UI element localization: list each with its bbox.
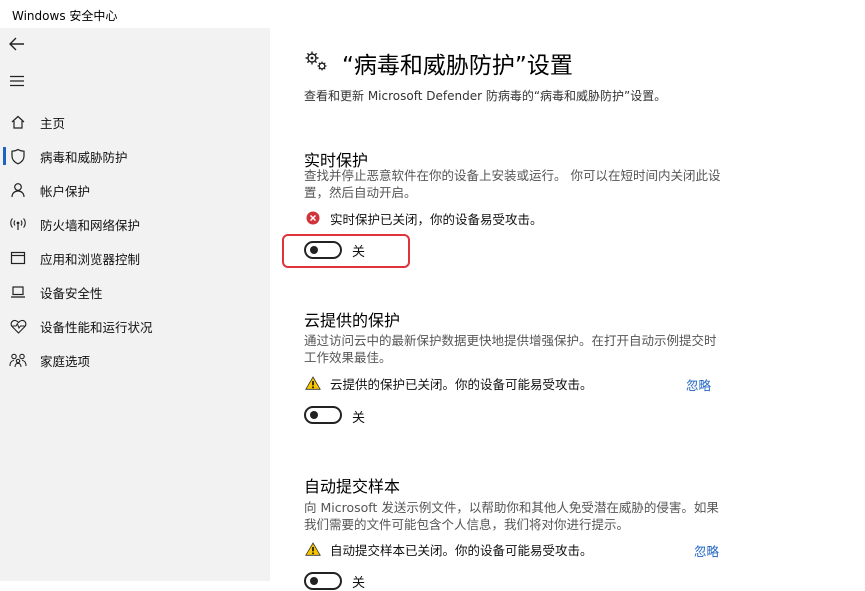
app-window-icon: [9, 249, 27, 267]
toggle-knob: [310, 246, 318, 254]
sidebar-item-virus-protection[interactable]: 病毒和威胁防护: [0, 141, 270, 171]
sidebar-item-label: 设备安全性: [40, 285, 103, 301]
section-title-auto-sample-submission: 自动提交样本: [304, 477, 401, 496]
toggle-state-label: 关: [352, 411, 366, 426]
sidebar: 主页 病毒和威胁防护 帐户保护 防火墙和网络保护 应用和浏览器控制 设备安全性: [0, 28, 270, 581]
back-arrow-icon: [9, 37, 24, 51]
sidebar-item-device-security[interactable]: 设备安全性: [0, 277, 270, 307]
status-cloud-protection: 云提供的保护已关闭。你的设备可能易受攻击。: [304, 373, 724, 393]
menu-button[interactable]: [6, 70, 28, 92]
status-text: 实时保护已关闭，你的设备易受攻击。: [330, 211, 543, 227]
warning-icon: [304, 540, 322, 558]
title-bar: Windows 安全中心: [0, 0, 865, 28]
laptop-icon: [9, 283, 27, 301]
person-icon: [9, 181, 27, 199]
active-indicator: [3, 147, 6, 165]
auto-sample-toggle[interactable]: [304, 572, 342, 590]
shield-icon: [9, 147, 27, 165]
main-content: “病毒和威胁防护”设置 查看和更新 Microsoft Defender 防病毒…: [270, 28, 865, 591]
sidebar-item-label: 家庭选项: [40, 353, 91, 369]
family-icon: [9, 351, 27, 369]
hamburger-icon: [10, 75, 24, 87]
warning-icon: [304, 374, 322, 392]
sidebar-item-device-performance[interactable]: 设备性能和运行状况: [0, 311, 270, 341]
sidebar-item-app-browser-control[interactable]: 应用和浏览器控制: [0, 243, 270, 273]
page-subtitle: 查看和更新 Microsoft Defender 防病毒的“病毒和威胁防护”设置…: [304, 89, 667, 103]
sidebar-item-firewall[interactable]: 防火墙和网络保护: [0, 209, 270, 239]
sidebar-item-label: 防火墙和网络保护: [40, 217, 141, 233]
sidebar-item-label: 主页: [40, 115, 66, 131]
sidebar-item-family-options[interactable]: 家庭选项: [0, 345, 270, 375]
status-realtime-protection: 实时保护已关闭，你的设备易受攻击。: [304, 208, 724, 228]
page-title: “病毒和威胁防护”设置: [342, 53, 573, 79]
toggle-state-label: 关: [352, 245, 366, 260]
sidebar-item-home[interactable]: 主页: [0, 107, 270, 137]
sidebar-item-label: 应用和浏览器控制: [40, 251, 141, 267]
status-auto-sample-submission: 自动提交样本已关闭。你的设备可能易受攻击。: [304, 539, 724, 559]
sidebar-item-label: 设备性能和运行状况: [40, 319, 153, 335]
dismiss-link[interactable]: 忽略: [686, 375, 711, 394]
sidebar-item-account-protection[interactable]: 帐户保护: [0, 175, 270, 205]
section-description: 通过访问云中的最新保护数据更快地提供增强保护。在打开自动示例提交时工作效果最佳。: [304, 333, 717, 365]
window-title: Windows 安全中心: [12, 9, 118, 23]
realtime-protection-toggle[interactable]: [304, 241, 342, 259]
wifi-antenna-icon: [9, 215, 27, 233]
section-title-cloud-protection: 云提供的保护: [304, 311, 401, 330]
error-icon: [304, 209, 322, 227]
status-text: 云提供的保护已关闭。你的设备可能易受攻击。: [330, 376, 593, 392]
dismiss-link[interactable]: 忽略: [694, 541, 719, 560]
heart-pulse-icon: [9, 317, 27, 335]
section-description: 向 Microsoft 发送示例文件，以帮助你和其他人免受潜在威胁的侵害。如果我…: [304, 500, 719, 532]
toggle-state-label: 关: [352, 576, 366, 591]
highlight-annotation: [282, 234, 410, 268]
section-description: 查找并停止恶意软件在你的设备上安装或运行。 你可以在短时间内关闭此设置，然后自动…: [304, 168, 721, 200]
cloud-protection-toggle[interactable]: [304, 406, 342, 424]
sidebar-item-label: 病毒和威胁防护: [40, 149, 128, 165]
status-text: 自动提交样本已关闭。你的设备可能易受攻击。: [330, 542, 593, 558]
back-button[interactable]: [6, 33, 28, 55]
home-icon: [9, 113, 27, 131]
gears-icon: [305, 51, 327, 71]
toggle-knob: [310, 577, 318, 585]
toggle-knob: [310, 411, 318, 419]
sidebar-item-label: 帐户保护: [40, 183, 91, 199]
